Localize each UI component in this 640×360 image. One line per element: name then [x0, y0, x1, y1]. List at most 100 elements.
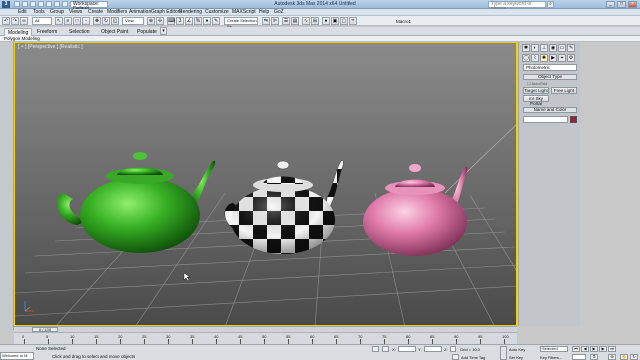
- menu-maxscript[interactable]: MAXScript: [230, 9, 258, 16]
- ribbon-options-icon[interactable]: ▾: [160, 27, 167, 35]
- helpers-icon[interactable]: ⌖: [558, 54, 566, 62]
- material-editor-icon[interactable]: ●: [322, 17, 330, 25]
- absolute-mode-icon[interactable]: [382, 346, 389, 352]
- menu-modifiers[interactable]: Modifiers: [105, 9, 129, 16]
- redo-icon[interactable]: [46, 1, 52, 7]
- curve-editor-icon[interactable]: ∿: [302, 17, 310, 25]
- undo-button[interactable]: ↶: [2, 17, 10, 25]
- autogrid-checkbox[interactable]: ☐ AutoGrid: [527, 81, 547, 86]
- object-color-swatch[interactable]: [570, 116, 577, 123]
- menu-create[interactable]: Create: [86, 9, 105, 16]
- edit-named-selection-icon[interactable]: ✎: [212, 17, 220, 25]
- current-frame-field[interactable]: [572, 354, 586, 360]
- select-object-icon[interactable]: ↖: [55, 17, 63, 25]
- search-input[interactable]: Type a keyword or phrase: [488, 1, 546, 12]
- goto-start-icon[interactable]: ⏮: [572, 346, 580, 352]
- mirror-icon[interactable]: ⇋: [262, 17, 270, 25]
- save-file-icon[interactable]: [30, 1, 36, 7]
- tab-object-paint[interactable]: Object Paint: [98, 28, 131, 36]
- play-icon[interactable]: ▶: [590, 346, 598, 352]
- workspace-select[interactable]: Workspace: Default: [70, 1, 108, 12]
- menu-tools[interactable]: Tools: [31, 9, 47, 16]
- key-filters-button[interactable]: Key Filters...: [540, 355, 562, 360]
- menu-edit[interactable]: Edit: [16, 9, 29, 16]
- hold-icon[interactable]: [54, 1, 60, 7]
- z-coord-field[interactable]: [450, 346, 456, 352]
- rect-selection-icon[interactable]: □: [73, 17, 81, 25]
- next-frame-icon[interactable]: ▶: [599, 346, 607, 352]
- add-time-tag-button[interactable]: Add Time Tag: [461, 355, 485, 360]
- tab-populate[interactable]: Populate: [134, 28, 160, 36]
- target-light-button[interactable]: Target Light: [523, 87, 549, 94]
- layer-manager-icon[interactable]: ☰: [282, 17, 290, 25]
- graphite-toggle-icon[interactable]: ▤: [291, 17, 299, 25]
- pan-view-icon[interactable]: ✋: [620, 354, 628, 360]
- percent-snap-icon[interactable]: %: [194, 17, 202, 25]
- menu-customize[interactable]: Customize: [203, 9, 231, 16]
- x-coord-field[interactable]: [398, 346, 416, 352]
- y-coord-field[interactable]: [424, 346, 442, 352]
- selection-filter-select[interactable]: All: [32, 17, 52, 25]
- fetch-icon[interactable]: [62, 1, 68, 7]
- modify-tab-icon[interactable]: ◐: [531, 44, 539, 52]
- spinner-snap-icon[interactable]: ♦: [203, 17, 211, 25]
- maximize-button[interactable]: □: [617, 1, 626, 8]
- move-icon[interactable]: ✥: [93, 17, 101, 25]
- rotate-icon[interactable]: ↻: [102, 17, 110, 25]
- schematic-view-icon[interactable]: ⊞: [311, 17, 319, 25]
- viewport-label[interactable]: [ + ] [Perspective ] [Realistic ]: [18, 44, 83, 50]
- align-icon[interactable]: ⊫: [271, 17, 279, 25]
- lock-selection-icon[interactable]: [372, 346, 379, 352]
- reference-coord-select[interactable]: View: [122, 17, 144, 25]
- motion-tab-icon[interactable]: ◉: [549, 44, 557, 52]
- geometry-icon[interactable]: ◯: [522, 54, 530, 62]
- menu-rendering[interactable]: Rendering: [177, 9, 204, 16]
- macro-label[interactable]: Macro1: [396, 19, 411, 24]
- lights-icon[interactable]: ✺: [540, 54, 548, 62]
- close-button[interactable]: ×: [628, 1, 637, 8]
- open-file-icon[interactable]: [22, 1, 28, 7]
- menu-group[interactable]: Group: [48, 9, 66, 16]
- key-filter-select[interactable]: Selected: [540, 346, 568, 352]
- set-key-button[interactable]: Set Key: [509, 355, 523, 360]
- light-category-select[interactable]: Photometric: [523, 64, 577, 71]
- render-setup-icon[interactable]: ▣: [331, 17, 339, 25]
- tab-freeform[interactable]: Freeform: [34, 28, 60, 36]
- goto-end-icon[interactable]: ⏭: [608, 346, 616, 352]
- maxscript-listener[interactable]: Welcome to M: [0, 352, 34, 360]
- keyboard-shortcut-icon[interactable]: ⌨: [167, 17, 175, 25]
- object-type-rollout[interactable]: Object Type: [523, 74, 577, 80]
- time-config-icon[interactable]: ⏱: [590, 354, 598, 360]
- menu-goz[interactable]: GoZ: [272, 9, 286, 16]
- menu-views[interactable]: Views: [67, 9, 84, 16]
- pivot-icon[interactable]: ⊕: [147, 17, 155, 25]
- display-tab-icon[interactable]: ▭: [558, 44, 566, 52]
- mr-sky-portal-button[interactable]: mr Sky Portal: [523, 95, 549, 106]
- named-selection-select[interactable]: Create Selection Se: [224, 17, 258, 29]
- cameras-icon[interactable]: ▶: [549, 54, 557, 62]
- redo-button[interactable]: ↷: [11, 17, 19, 25]
- search-icon[interactable]: ⌕: [547, 1, 554, 8]
- snaps-toggle-icon[interactable]: 3: [176, 17, 184, 25]
- perspective-viewport[interactable]: [ + ] [Perspective ] [Realistic ]: [14, 42, 517, 326]
- manipulate-icon[interactable]: ✢: [156, 17, 164, 25]
- scale-icon[interactable]: ◱: [111, 17, 119, 25]
- render-production-icon[interactable]: ☕: [349, 17, 357, 25]
- select-by-name-icon[interactable]: ≡: [64, 17, 72, 25]
- zoom-extents-icon[interactable]: ⊕: [608, 354, 616, 360]
- track-bar[interactable]: 0 5 10 15 20 25 30 35 40 45 50 55 60 65 70 75 80 85 90 95 10…: [14, 332, 517, 344]
- tab-selection[interactable]: Selection: [66, 28, 93, 36]
- new-file-icon[interactable]: [14, 1, 20, 7]
- auto-key-button[interactable]: Auto Key: [509, 347, 525, 352]
- minimize-button[interactable]: _: [606, 1, 615, 8]
- name-and-color-rollout[interactable]: Name and Color: [523, 107, 577, 113]
- orbit-icon[interactable]: ↻: [630, 354, 638, 360]
- set-key-big-icon[interactable]: [500, 346, 507, 360]
- prev-frame-icon[interactable]: ◀: [581, 346, 589, 352]
- menu-help[interactable]: Help: [257, 9, 271, 16]
- shapes-icon[interactable]: ⌇: [531, 54, 539, 62]
- free-light-button[interactable]: Free Light: [551, 87, 577, 94]
- utilities-tab-icon[interactable]: ✎: [567, 44, 575, 52]
- tab-modeling[interactable]: Modeling: [4, 28, 33, 36]
- app-logo-icon[interactable]: 3: [2, 1, 10, 8]
